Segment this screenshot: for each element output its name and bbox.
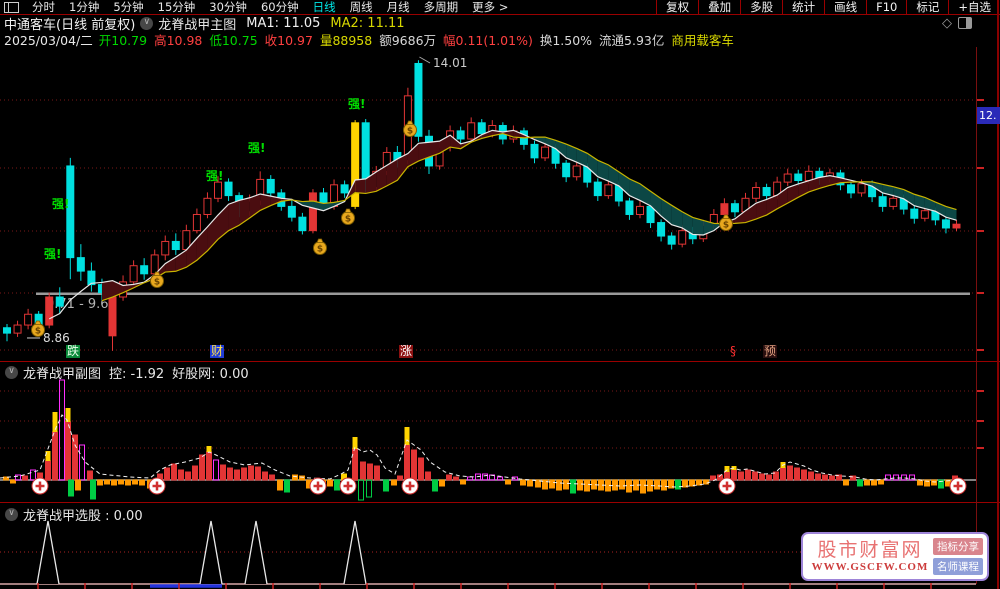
panel2-stat2: 好股网: 0.00 bbox=[172, 367, 249, 382]
quote-field: 收10.97 bbox=[264, 32, 313, 48]
price-axis-tag: 12. bbox=[977, 107, 1000, 124]
money-bag-icon: $ bbox=[341, 208, 355, 225]
strong-marker: 强! bbox=[52, 197, 69, 211]
chevron-down-icon[interactable]: ∨ bbox=[140, 16, 154, 30]
menu-item-8[interactable]: 周线 bbox=[343, 0, 380, 15]
chevron-down-icon[interactable]: ∨ bbox=[5, 366, 18, 379]
strong-marker: 强! bbox=[348, 97, 365, 111]
strong-marker: 强! bbox=[248, 141, 265, 155]
cross-circle-marker bbox=[401, 477, 419, 495]
svg-text:$: $ bbox=[723, 221, 729, 231]
panel3-title[interactable]: 龙脊战甲选股 : 0.00 bbox=[23, 505, 143, 524]
watermark-site-name: 股市财富网 bbox=[817, 539, 923, 561]
ma2-value: MA2: 11.11 bbox=[330, 15, 405, 31]
toolbar-button-6[interactable]: F10 bbox=[866, 0, 906, 14]
cross-circle-marker bbox=[309, 477, 327, 495]
band-label: 涨 bbox=[399, 344, 414, 358]
panel2-title[interactable]: 龙脊战甲副图 bbox=[23, 363, 101, 382]
menu-item-11[interactable]: 更多 > bbox=[465, 0, 515, 15]
app-window: 9.71 - 9.68 8.86 14.01 强! 强! 强! 强! 强! $ $ $ $ $ $ 分时 1… bbox=[0, 0, 1000, 589]
band-label: 跌 bbox=[66, 344, 81, 358]
quote-field: 幅0.11(1.01%) bbox=[443, 32, 533, 48]
industry-label[interactable]: 商用载客车 bbox=[671, 30, 734, 49]
svg-text:$: $ bbox=[407, 127, 413, 137]
quote-field: 额9686万 bbox=[379, 32, 437, 48]
quote-date: 2025/03/04/二 bbox=[4, 32, 93, 48]
svg-text:8.86: 8.86 bbox=[43, 331, 70, 345]
menu-item-6[interactable]: 60分钟 bbox=[254, 0, 306, 15]
svg-text:$: $ bbox=[345, 215, 351, 225]
panel-separator bbox=[0, 361, 1000, 362]
chevron-down-icon[interactable]: ∨ bbox=[5, 508, 18, 521]
period-menu-bar: 分时 1分钟 5分钟 15分钟 30分钟 60分钟 日线 周线 月线 多周期 更多 > 复权 叠加 多股… bbox=[0, 0, 1000, 15]
ma1-value: MA1: 11.05 bbox=[246, 15, 321, 31]
toolbar-button-1[interactable]: 复权 bbox=[656, 0, 698, 14]
quote-field: 换1.50% bbox=[539, 32, 593, 48]
panel2-stat1: 控: -1.92 bbox=[109, 367, 165, 382]
band-label: 预 bbox=[763, 344, 778, 358]
toolbar-button-5[interactable]: 画线 bbox=[824, 0, 866, 14]
svg-text:14.01: 14.01 bbox=[433, 56, 467, 70]
watermark: 股市财富网 WWW.GSCFW.COM 指标分享 名师课程 bbox=[801, 532, 989, 581]
cross-circle-marker bbox=[148, 477, 166, 495]
quote-field: 低10.75 bbox=[209, 32, 258, 48]
watermark-badge: 指标分享 bbox=[933, 538, 983, 555]
toolbar-button-2[interactable]: 叠加 bbox=[698, 0, 740, 14]
svg-text:$: $ bbox=[317, 245, 323, 255]
window-right-border bbox=[997, 0, 999, 589]
panel3-header: ∨ 龙脊战甲选股 : 0.00 bbox=[0, 505, 151, 524]
toolbar-button-4[interactable]: 统计 bbox=[782, 0, 824, 14]
menu-item-9[interactable]: 月线 bbox=[380, 0, 417, 15]
toolbar-menu: 复权 叠加 多股 统计 画线 F10 标记 +自选 bbox=[656, 0, 1000, 14]
strong-marker: 强! bbox=[206, 169, 223, 183]
svg-text:$: $ bbox=[35, 327, 41, 337]
money-bag-icon: $ bbox=[313, 238, 327, 255]
window-icon[interactable] bbox=[4, 1, 19, 13]
money-bag-icon: $ bbox=[719, 214, 733, 231]
panel2-header: ∨ 龙脊战甲副图 控: -1.92 好股网: 0.00 bbox=[0, 363, 257, 382]
chart-right-axis bbox=[976, 47, 977, 584]
quote-field: 量88958 bbox=[319, 32, 373, 48]
menu-item-7[interactable]: 日线 bbox=[306, 0, 343, 15]
cross-circle-marker bbox=[949, 477, 967, 495]
cross-circle-marker bbox=[31, 477, 49, 495]
cross-circle-marker bbox=[718, 477, 736, 495]
main-chart[interactable]: 9.71 - 9.688.8614.01强!强!强!强!强!$$$$$$ bbox=[0, 0, 1000, 589]
panel-separator bbox=[0, 502, 1000, 503]
quote-field: 流通5.93亿 bbox=[599, 32, 665, 48]
svg-text:$: $ bbox=[154, 278, 160, 288]
menu-item-10[interactable]: 多周期 bbox=[417, 0, 466, 15]
panel-layout-icon[interactable] bbox=[958, 17, 972, 29]
quote-field: 开10.79 bbox=[98, 32, 148, 48]
band-label: § bbox=[730, 344, 736, 358]
watermark-badge: 名师课程 bbox=[933, 558, 983, 575]
band-label: 财 bbox=[210, 344, 225, 358]
strong-marker: 强! bbox=[44, 247, 61, 261]
quote-field: 高10.98 bbox=[154, 32, 203, 48]
toolbar-button-7[interactable]: 标记 bbox=[906, 0, 948, 14]
toolbar-button-8[interactable]: +自选 bbox=[948, 0, 1000, 14]
watermark-site-url: WWW.GSCFW.COM bbox=[811, 561, 929, 573]
toolbar-button-3[interactable]: 多股 bbox=[740, 0, 782, 14]
cross-circle-marker bbox=[339, 477, 357, 495]
quote-info-bar: 2025/03/04/二 开10.79 高10.98 低10.75 收10.97 量88… bbox=[0, 30, 1000, 49]
diamond-icon[interactable]: ◇ bbox=[942, 16, 952, 31]
